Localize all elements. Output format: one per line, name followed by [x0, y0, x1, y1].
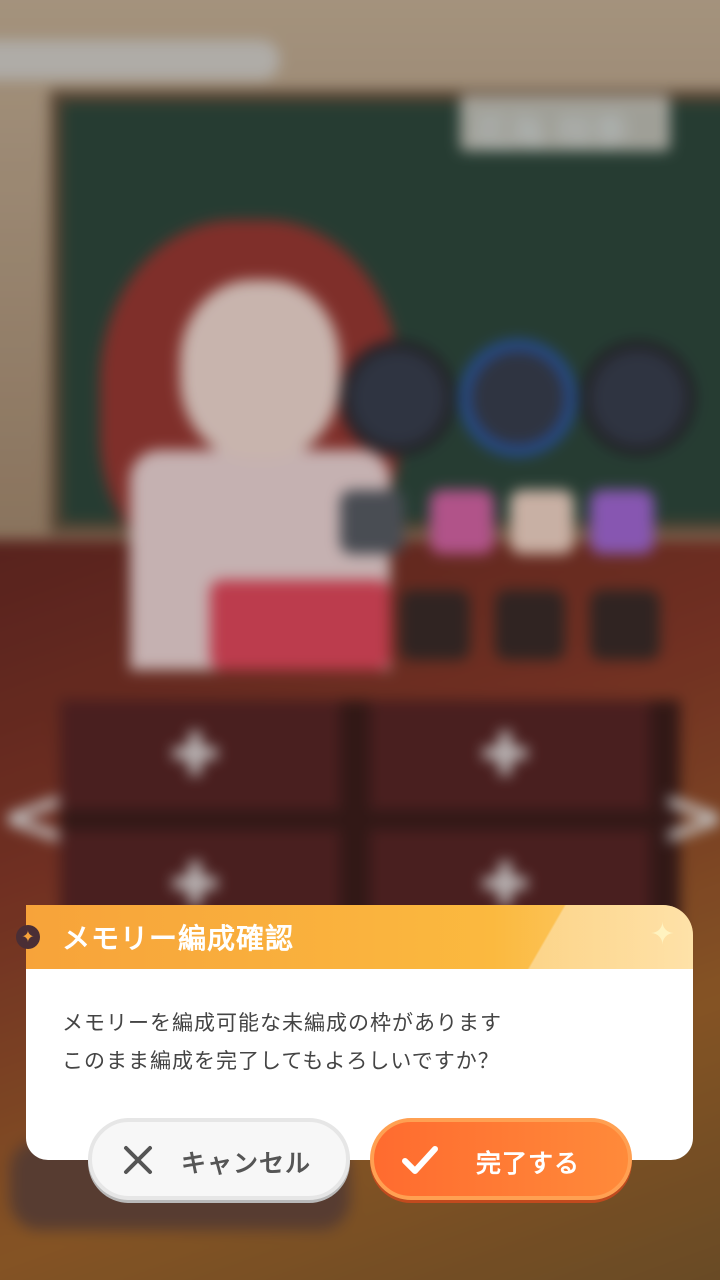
close-x-icon	[124, 1146, 152, 1174]
sparkle-icon: ✦	[649, 917, 675, 952]
star-icon: ✦	[16, 925, 40, 949]
cancel-button[interactable]: キャンセル	[88, 1118, 350, 1200]
dialog-title: メモリー編成確認	[62, 922, 295, 955]
dialog-header: メモリー編成確認 ✦	[26, 905, 693, 969]
confirm-button[interactable]: 完了する	[370, 1118, 632, 1200]
checkmark-icon	[402, 1146, 438, 1174]
confirm-button-label: 完了する	[475, 1149, 580, 1178]
dialog-message-line-2: このまま編成を完了してもよろしいですか？	[62, 1049, 500, 1073]
cancel-button-label: キャンセル	[180, 1149, 311, 1178]
dialog-message-line-1: メモリーを編成可能な未編成の枠があります	[62, 1011, 502, 1035]
